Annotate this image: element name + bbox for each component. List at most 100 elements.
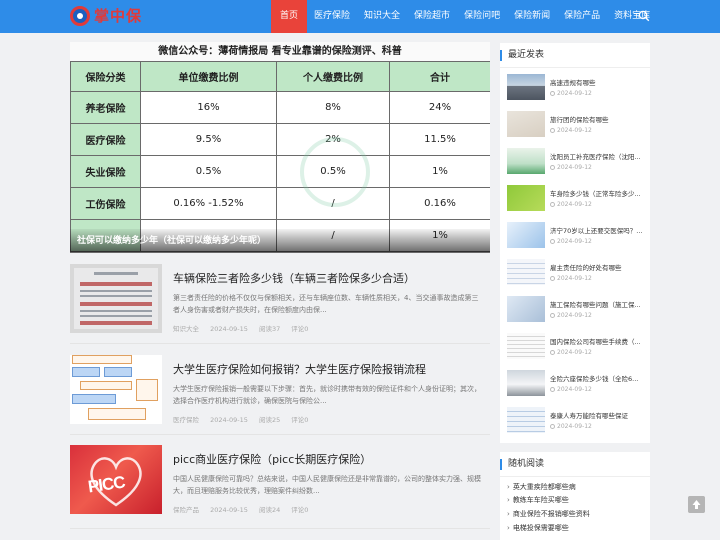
recent-post-item[interactable]: 施工保险有哪些问题（施工保... 2024-09-12 <box>507 296 647 328</box>
article-reads: 阅读24 <box>258 506 281 514</box>
clock-icon <box>550 349 555 355</box>
table-row: 医疗保险 9.5% 2% 11.5% <box>70 123 490 156</box>
table-cell: 0.16% -1.52% <box>140 187 277 220</box>
clock-icon <box>550 127 555 133</box>
slide-caption[interactable]: 社保可以缴纳多少年（社保可以缴纳多少年呢） <box>70 229 490 253</box>
recent-post-date: 2024-09-12 <box>550 312 592 319</box>
recent-post-thumbnail <box>507 296 545 322</box>
recent-post-thumbnail <box>507 222 545 248</box>
recent-post-title[interactable]: 高速违规有哪些 <box>550 77 647 87</box>
search-icon[interactable] <box>638 10 650 22</box>
recent-post-title[interactable]: 国内保险公司有哪些手续费（... <box>550 336 647 346</box>
recent-post-item[interactable]: 旅行团的保险有哪些 2024-09-12 <box>507 111 647 143</box>
recent-post-date: 2024-09-12 <box>550 127 592 134</box>
random-read-link[interactable]: 英大重疾险都哪些病 <box>507 482 576 492</box>
recent-post-thumbnail <box>507 111 545 137</box>
table-row: 工伤保险 0.16% -1.52% / 0.16% <box>70 187 490 220</box>
recent-post-item[interactable]: 雇主责任险的好处有哪些 2024-09-12 <box>507 259 647 291</box>
table-cell: 1% <box>389 155 490 188</box>
table-cell: 医疗保险 <box>70 123 141 156</box>
recent-post-title[interactable]: 济宁70岁以上还要交医保吗？... <box>550 225 647 235</box>
article-category[interactable]: 知识大全 <box>173 325 199 333</box>
insurance-rate-table: 保险分类 单位缴费比例 个人缴费比例 合计 养老保险 16% 8% 24% 医疗… <box>70 61 490 252</box>
widget-title: 最近发表 <box>500 43 650 68</box>
back-to-top-button[interactable] <box>688 496 705 513</box>
article-category[interactable]: 医疗保险 <box>173 416 199 424</box>
article-reads: 阅读25 <box>258 416 281 424</box>
nav-item-knowledge[interactable]: 知识大全 <box>357 0 407 33</box>
divider <box>70 528 490 529</box>
clock-icon <box>550 423 555 429</box>
featured-slide[interactable]: 微信公众号：薄荷情报局 看专业靠谱的保险测评、科普 保险分类 单位缴费比例 个人… <box>70 42 490 253</box>
watermark-logo <box>300 137 370 207</box>
table-header-cell: 保险分类 <box>70 61 141 92</box>
clock-icon <box>550 164 555 170</box>
recent-post-title[interactable]: 泰康人寿万能险有哪些保证 <box>550 410 647 420</box>
article-thumbnail[interactable] <box>70 355 162 424</box>
nav-item-products[interactable]: 保险产品 <box>557 0 607 33</box>
article-item: PICC picc商业医疗保险（picc长期医疗保险） 中国人民健康保险可靠吗？… <box>70 445 490 531</box>
recent-post-thumbnail <box>507 259 545 285</box>
article-reads: 阅读37 <box>258 325 281 333</box>
recent-post-item[interactable]: 车身险多少钱（正常车险多少... 2024-09-12 <box>507 185 647 217</box>
nav-item-qa[interactable]: 保险问吧 <box>457 0 507 33</box>
clock-icon <box>550 201 555 207</box>
random-read-link[interactable]: 商业保险不报销哪些资料 <box>507 509 590 519</box>
article-thumbnail[interactable] <box>70 264 162 333</box>
recent-post-date: 2024-09-12 <box>550 275 592 282</box>
table-cell: 9.5% <box>140 123 277 156</box>
main-nav: 首页 医疗保险 知识大全 保险超市 保险问吧 保险新闻 保险产品 资料宝库 <box>271 0 657 33</box>
recent-post-title[interactable]: 全险六座保险多少钱（全险6... <box>550 373 647 383</box>
article-meta: 知识大全 2024-09-15 阅读37 评论0 <box>173 323 317 333</box>
nav-item-news[interactable]: 保险新闻 <box>507 0 557 33</box>
article-excerpt: 中国人民健康保险可靠吗？总结来说，中国人民健康保险还是非常靠谱的，公司的整体实力… <box>173 475 481 495</box>
random-read-link[interactable]: 电梯投保需要哪些 <box>507 523 569 533</box>
recent-post-item[interactable]: 沈阳员工补充医疗保险（沈阳... 2024-09-12 <box>507 148 647 180</box>
recent-post-item[interactable]: 高速违规有哪些 2024-09-12 <box>507 74 647 106</box>
table-cell: 16% <box>140 91 277 124</box>
article-title[interactable]: 车辆保险三者险多少钱（车辆三者险保多少合适） <box>173 270 415 286</box>
slide-header-text: 微信公众号：薄荷情报局 看专业靠谱的保险测评、科普 <box>70 42 490 61</box>
article-category[interactable]: 保险产品 <box>173 506 199 514</box>
recent-post-thumbnail <box>507 407 545 433</box>
table-header-cell: 单位缴费比例 <box>140 61 277 92</box>
recent-post-date: 2024-09-12 <box>550 349 592 356</box>
widget-title: 随机阅读 <box>500 452 650 477</box>
table-row: 养老保险 16% 8% 24% <box>70 91 490 124</box>
article-date: 2024-09-15 <box>210 325 248 333</box>
recent-post-date: 2024-09-12 <box>550 90 592 97</box>
recent-post-title[interactable]: 雇主责任险的好处有哪些 <box>550 262 647 272</box>
clock-icon <box>550 386 555 392</box>
divider <box>70 343 490 344</box>
recent-post-item[interactable]: 国内保险公司有哪些手续费（... 2024-09-12 <box>507 333 647 365</box>
divider <box>70 434 490 435</box>
recent-post-title[interactable]: 旅行团的保险有哪些 <box>550 114 647 124</box>
article-title[interactable]: picc商业医疗保险（picc长期医疗保险） <box>173 451 371 467</box>
nav-item-insurance-market[interactable]: 保险超市 <box>407 0 457 33</box>
random-read-link[interactable]: 教练车车险买哪些 <box>507 495 569 505</box>
recent-post-date: 2024-09-12 <box>550 423 592 430</box>
article-thumbnail[interactable]: PICC <box>70 445 162 514</box>
recent-posts-widget: 最近发表 高速违规有哪些 2024-09-12 旅行团的保险有哪些 2024-0… <box>500 43 650 443</box>
recent-post-date: 2024-09-12 <box>550 164 592 171</box>
recent-post-thumbnail <box>507 370 545 396</box>
recent-post-title[interactable]: 施工保险有哪些问题（施工保... <box>550 299 647 309</box>
recent-post-title[interactable]: 沈阳员工补充医疗保险（沈阳... <box>550 151 647 161</box>
recent-post-item[interactable]: 泰康人寿万能险有哪些保证 2024-09-12 <box>507 407 647 439</box>
clock-icon <box>550 238 555 244</box>
article-title[interactable]: 大学生医疗保险如何报销？大学生医疗保险报销流程 <box>173 361 426 377</box>
recent-post-item[interactable]: 济宁70岁以上还要交医保吗？... 2024-09-12 <box>507 222 647 254</box>
nav-item-home[interactable]: 首页 <box>271 0 308 33</box>
nav-item-medical-insurance[interactable]: 医疗保险 <box>307 0 357 33</box>
table-cell: 24% <box>389 91 490 124</box>
recent-post-item[interactable]: 全险六座保险多少钱（全险6... 2024-09-12 <box>507 370 647 402</box>
site-logo[interactable]: 掌中保 <box>70 5 142 26</box>
top-navbar: 掌中保 首页 医疗保险 知识大全 保险超市 保险问吧 保险新闻 保险产品 资料宝… <box>0 0 720 33</box>
table-row: 失业保险 0.5% 0.5% 1% <box>70 155 490 188</box>
recent-post-title[interactable]: 车身险多少钱（正常车险多少... <box>550 188 647 198</box>
recent-post-date: 2024-09-12 <box>550 386 592 393</box>
table-cell: 0.16% <box>389 187 490 220</box>
table-cell: 失业保险 <box>70 155 141 188</box>
table-header-cell: 个人缴费比例 <box>276 61 390 92</box>
table-cell: 0.5% <box>140 155 277 188</box>
